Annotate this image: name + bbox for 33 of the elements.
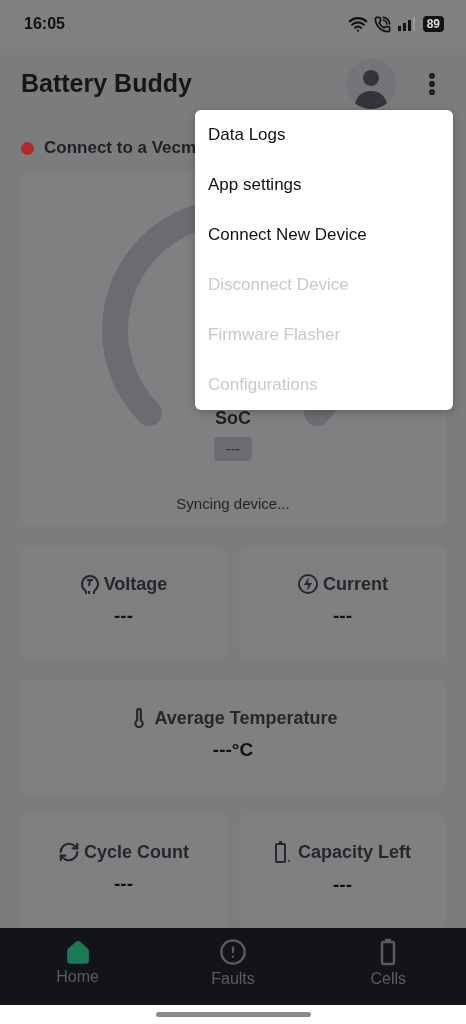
metric-label: Capacity Left <box>298 841 411 863</box>
metric-label: Voltage <box>103 573 168 595</box>
soc-label: SoC <box>215 408 251 430</box>
menu-item[interactable]: Data Logs <box>195 110 453 160</box>
home-indicator[interactable] <box>155 1012 311 1018</box>
call-icon <box>373 15 391 33</box>
metric-label: Average Temperature <box>154 707 338 729</box>
sync-status: Syncing device... <box>176 495 290 513</box>
menu-item[interactable]: Connect New Device <box>195 210 453 260</box>
cycle-icon <box>58 841 80 864</box>
nav-tab[interactable]: Home <box>0 928 156 1006</box>
signal-icon <box>396 16 417 33</box>
metric-value: --- <box>114 605 133 628</box>
connection-prompt: Connect to a Vecm <box>44 138 197 159</box>
battery-icon <box>380 938 397 967</box>
metric-value: ---°C <box>212 739 254 762</box>
metric-value: --- <box>333 874 352 897</box>
metric-label: Cycle Count <box>84 841 189 863</box>
metric-value: --- <box>114 873 133 896</box>
nav-tab[interactable]: Cells <box>310 928 466 1006</box>
alert-icon <box>219 938 247 967</box>
nav-tab[interactable]: Faults <box>155 928 311 1006</box>
home-icon <box>64 940 91 967</box>
metric-label: Current <box>323 573 388 595</box>
gauge-icon <box>79 573 100 596</box>
lightning-icon <box>297 573 319 596</box>
wifi-icon <box>347 14 368 35</box>
soc-value: --- <box>214 437 252 462</box>
status-time: 16:05 <box>24 15 65 34</box>
app-title: Battery Buddy <box>21 69 193 99</box>
battery-level: 89 <box>422 16 444 33</box>
metric-value: --- <box>333 605 352 628</box>
menu-item[interactable]: App settings <box>195 160 453 210</box>
